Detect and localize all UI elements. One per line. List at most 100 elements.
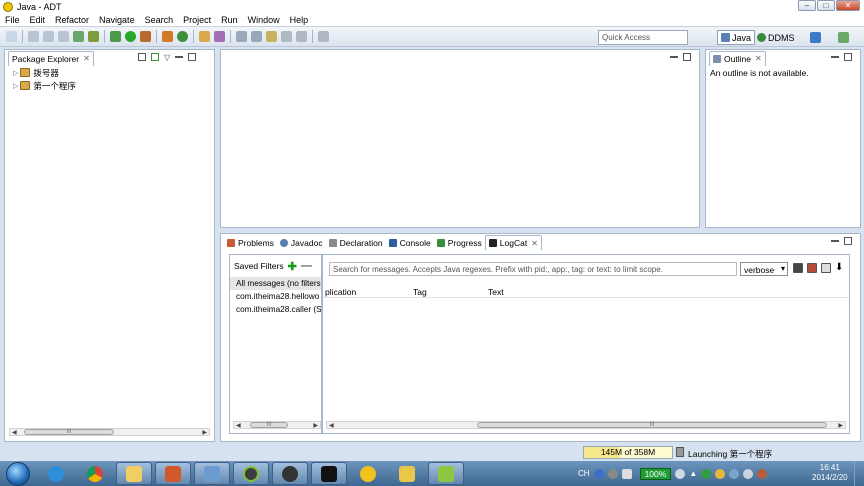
open-perspective-icon[interactable] bbox=[810, 32, 821, 43]
taskbar-ie[interactable] bbox=[38, 462, 74, 485]
minimize-view-icon[interactable] bbox=[175, 56, 184, 58]
taskbar-app2[interactable] bbox=[428, 462, 464, 485]
tray-green-icon[interactable] bbox=[701, 468, 712, 479]
package-explorer-hscrollbar[interactable]: ◀ III ▶ bbox=[9, 428, 210, 436]
run-icon[interactable] bbox=[125, 31, 136, 42]
tab-javadoc[interactable]: Javadoc bbox=[277, 235, 326, 250]
scroll-left-icon[interactable]: ◀ bbox=[236, 422, 241, 429]
input-language[interactable]: CH bbox=[578, 469, 590, 478]
tab-outline[interactable]: Outline ✕ bbox=[709, 50, 766, 66]
task-icon[interactable] bbox=[838, 32, 849, 43]
logcat-search-input[interactable]: Search for messages. Accepts Java regexe… bbox=[329, 262, 737, 276]
taskbar-app[interactable] bbox=[350, 462, 386, 485]
project-tree-item[interactable]: ▷ 拨号器 bbox=[5, 66, 214, 79]
log-level-select[interactable]: verbose bbox=[740, 262, 788, 276]
logcat-hscrollbar[interactable]: ◀ III ▶ bbox=[326, 421, 846, 429]
taskbar-emulator[interactable] bbox=[272, 462, 308, 485]
menu-project[interactable]: Project bbox=[178, 15, 216, 25]
view-menu-chevron-down-icon[interactable]: ▽ bbox=[164, 53, 170, 62]
expand-arrow-icon[interactable]: ▷ bbox=[13, 69, 18, 77]
menu-run[interactable]: Run bbox=[216, 15, 243, 25]
menu-help[interactable]: Help bbox=[285, 15, 314, 25]
tab-console[interactable]: Console bbox=[386, 235, 434, 250]
taskbar-powerpoint[interactable] bbox=[155, 462, 191, 485]
maximize-view-icon[interactable] bbox=[188, 53, 197, 61]
taskbar-explorer[interactable] bbox=[116, 462, 152, 485]
close-icon[interactable]: ✕ bbox=[755, 54, 762, 63]
column-text[interactable]: Text bbox=[488, 287, 504, 297]
search-icon[interactable] bbox=[214, 31, 225, 42]
show-hidden-icons-chevron[interactable]: ▲ bbox=[689, 469, 697, 478]
heap-status[interactable]: 145M of 358M bbox=[583, 446, 673, 459]
network-icon[interactable] bbox=[729, 468, 740, 479]
help-tray-icon[interactable] bbox=[593, 468, 604, 479]
debug-icon[interactable] bbox=[110, 31, 121, 42]
toggle-filters-pane-icon[interactable] bbox=[821, 263, 831, 273]
filters-hscrollbar[interactable]: ◀ III ▶ bbox=[233, 421, 321, 429]
tab-progress[interactable]: Progress bbox=[434, 235, 485, 250]
save-log-icon[interactable] bbox=[793, 263, 803, 273]
scroll-right-icon[interactable]: ▶ bbox=[202, 429, 207, 436]
minimize-view-icon[interactable] bbox=[670, 56, 678, 58]
close-icon[interactable]: ✕ bbox=[83, 54, 90, 63]
tab-logcat[interactable]: LogCat ✕ bbox=[484, 235, 542, 250]
new-java-package-icon[interactable] bbox=[162, 31, 173, 42]
tray-yellow-icon[interactable] bbox=[715, 468, 726, 479]
perspective-java[interactable]: Java bbox=[717, 30, 756, 45]
scroll-lock-down-arrow-icon[interactable]: ⬇ bbox=[835, 263, 845, 273]
new-icon[interactable] bbox=[6, 31, 17, 42]
android-avd-manager-icon[interactable] bbox=[88, 31, 99, 42]
forward-arrow-icon[interactable] bbox=[296, 31, 307, 42]
save-all-icon[interactable] bbox=[43, 31, 54, 42]
scroll-left-icon[interactable]: ◀ bbox=[12, 429, 17, 436]
previous-annotation-icon[interactable] bbox=[251, 31, 262, 42]
tab-problems[interactable]: Problems bbox=[224, 235, 277, 250]
menu-edit[interactable]: Edit bbox=[25, 15, 51, 25]
scroll-thumb[interactable]: III bbox=[250, 422, 288, 428]
scroll-right-icon[interactable]: ▶ bbox=[313, 422, 318, 429]
scroll-right-icon[interactable]: ▶ bbox=[838, 422, 843, 429]
save-icon[interactable] bbox=[28, 31, 39, 42]
print-icon[interactable] bbox=[58, 31, 69, 42]
tray-toggle-icon[interactable] bbox=[621, 468, 632, 479]
filter-item[interactable]: com.itheima28.caller (S bbox=[230, 303, 321, 316]
column-tag[interactable]: Tag bbox=[413, 287, 427, 297]
scroll-thumb[interactable]: III bbox=[477, 422, 827, 428]
perspective-ddms[interactable]: DDMS bbox=[753, 30, 799, 45]
menu-search[interactable]: Search bbox=[140, 15, 179, 25]
scroll-thumb[interactable]: III bbox=[24, 429, 114, 435]
tray-app-icon[interactable] bbox=[607, 468, 618, 479]
open-type-icon[interactable] bbox=[199, 31, 210, 42]
taskbar-virtualbox[interactable] bbox=[194, 462, 230, 485]
menu-navigate[interactable]: Navigate bbox=[94, 15, 140, 25]
taskbar-help[interactable] bbox=[389, 462, 425, 485]
volume-icon[interactable] bbox=[743, 468, 754, 479]
back-arrow-icon[interactable] bbox=[281, 31, 292, 42]
filter-item[interactable]: com.itheima28.hellowo bbox=[230, 290, 321, 303]
maximize-view-icon[interactable] bbox=[844, 237, 852, 245]
maximize-view-icon[interactable] bbox=[683, 53, 691, 61]
run-gc-trash-icon[interactable] bbox=[676, 447, 684, 457]
filter-item[interactable]: All messages (no filters bbox=[230, 277, 321, 290]
pin-editor-icon[interactable] bbox=[318, 31, 329, 42]
tab-declaration[interactable]: Declaration bbox=[326, 235, 386, 250]
maximize-view-icon[interactable] bbox=[844, 53, 852, 61]
menu-refactor[interactable]: Refactor bbox=[50, 15, 94, 25]
show-desktop-button[interactable] bbox=[854, 461, 864, 486]
tray-red-icon[interactable] bbox=[757, 468, 768, 479]
taskbar-adt[interactable] bbox=[233, 462, 269, 485]
plug-icon[interactable] bbox=[675, 468, 686, 479]
external-tools-icon[interactable] bbox=[140, 31, 151, 42]
start-button[interactable] bbox=[6, 461, 30, 486]
add-filter-icon[interactable]: ✚ bbox=[288, 260, 297, 273]
minimize-view-icon[interactable] bbox=[831, 56, 839, 58]
close-button[interactable]: ✕ bbox=[836, 0, 860, 11]
minimize-button[interactable]: – bbox=[798, 0, 816, 11]
next-annotation-icon[interactable] bbox=[236, 31, 247, 42]
menu-file[interactable]: File bbox=[0, 15, 25, 25]
last-edit-location-icon[interactable] bbox=[266, 31, 277, 42]
maximize-button[interactable]: □ bbox=[817, 0, 835, 11]
link-with-editor-icon[interactable] bbox=[151, 53, 159, 61]
project-tree-item[interactable]: ▷ 第一个程序 bbox=[5, 79, 214, 92]
expand-arrow-icon[interactable]: ▷ bbox=[13, 82, 18, 90]
